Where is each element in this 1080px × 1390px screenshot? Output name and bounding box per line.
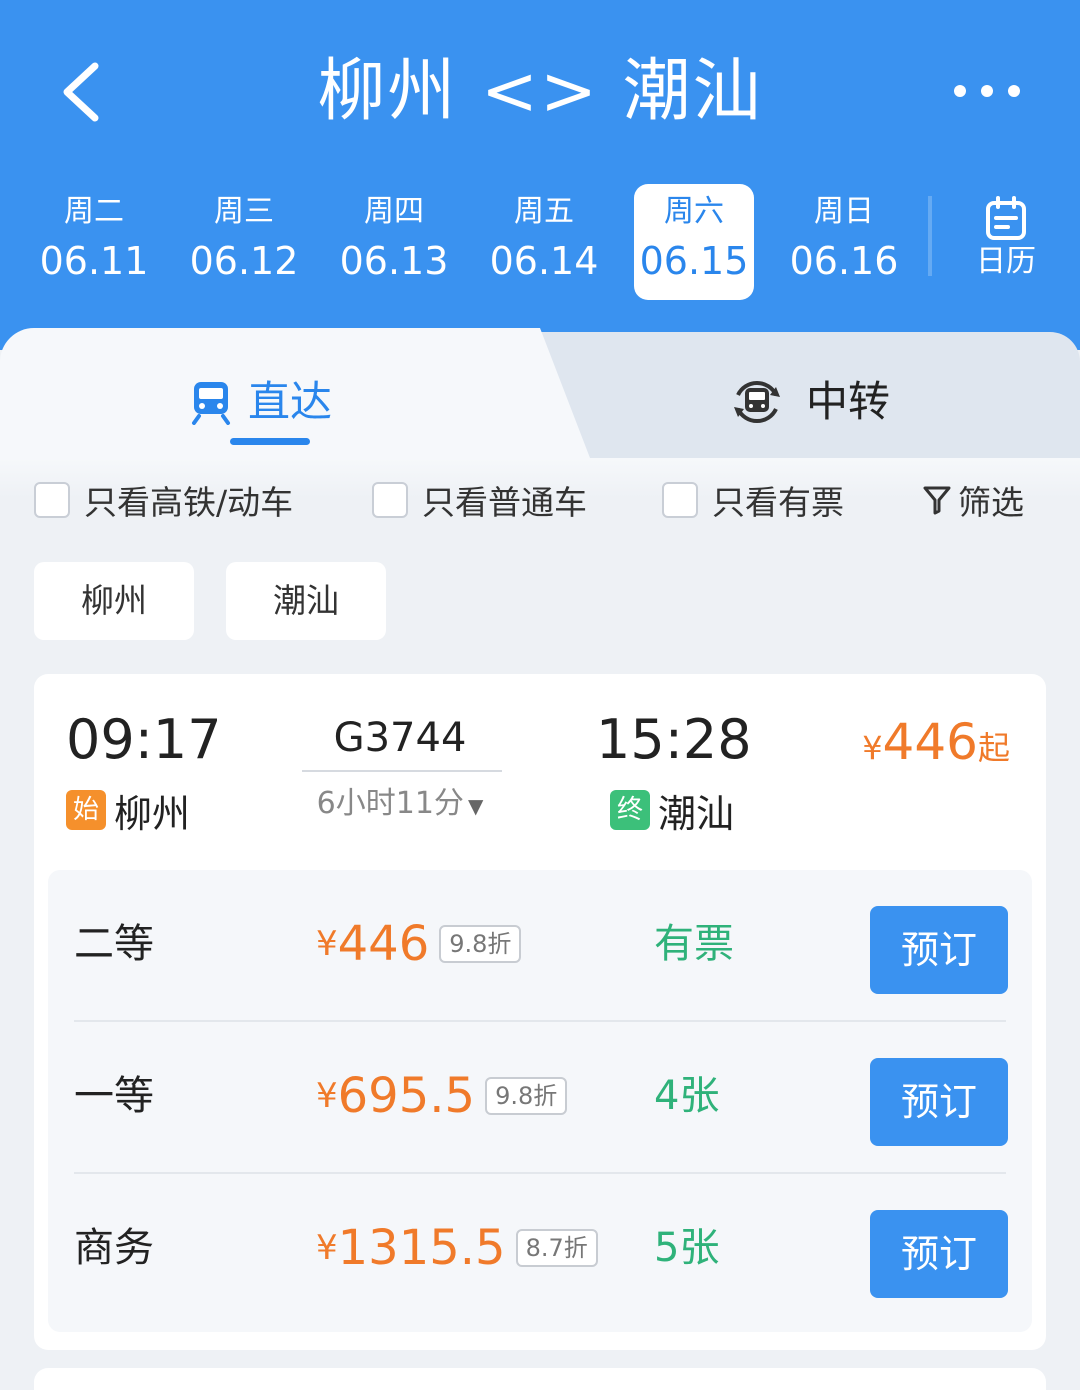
date-label: 06.12 <box>189 239 299 283</box>
currency-symbol: ¥ <box>862 729 883 767</box>
date-tab-0613[interactable]: 周四 06.13 <box>334 184 454 300</box>
date-label: 06.15 <box>639 239 749 283</box>
start-badge: 始 <box>66 790 106 830</box>
seat-class: 商务 <box>74 1225 154 1271</box>
next-train-card[interactable] <box>34 1368 1046 1390</box>
checkbox-available[interactable] <box>662 482 698 518</box>
lowest-price-value: 446 <box>882 713 978 771</box>
filter-regular-label: 只看普通车 <box>422 483 587 522</box>
lowest-price: ¥446起 <box>862 712 1010 784</box>
more-dot <box>1008 85 1020 97</box>
caret-down-icon: ▼ <box>467 794 484 818</box>
filter-bar: 只看高铁/动车 只看普通车 只看有票 筛选 <box>0 470 1080 530</box>
date-tab-0615-selected[interactable]: 周六 06.15 <box>634 184 754 300</box>
filter-regular-only[interactable]: 只看普通车 <box>372 470 587 530</box>
more-dot <box>981 85 993 97</box>
filter-available-label: 只看有票 <box>712 483 844 522</box>
station-chip-from[interactable]: 柳州 <box>34 562 194 640</box>
discount-badge: 9.8折 <box>439 925 522 963</box>
more-button[interactable] <box>954 76 1020 106</box>
tab-direct[interactable]: 直达 <box>190 362 332 442</box>
duration-text: 6小时11分 <box>316 786 464 821</box>
discount-badge: 8.7折 <box>515 1229 598 1267</box>
seat-availability: 4张 <box>654 1073 720 1119</box>
seat-row-business-class: 商务 ¥1315.5 8.7折 5张 预订 <box>48 1174 1032 1326</box>
weekday-label: 周日 <box>814 194 874 229</box>
seat-availability: 5张 <box>654 1225 720 1271</box>
seat-price-value: 1315.5 <box>337 1220 506 1276</box>
end-badge: 终 <box>610 790 650 830</box>
date-selector: 周二 06.11 周三 06.12 周四 06.13 周五 06.14 周六 0… <box>20 184 940 300</box>
filter-available-only[interactable]: 只看有票 <box>662 470 844 530</box>
train-icon <box>192 382 230 425</box>
weekday-label: 周六 <box>664 194 724 229</box>
train-card[interactable]: 09:17 始 柳州 G3744 6小时11分 ▼ 15:28 终 潮汕 ¥446… <box>34 674 1046 1350</box>
travel-duration[interactable]: 6小时11分 ▼ <box>300 782 500 828</box>
currency-symbol: ¥ <box>316 1076 338 1116</box>
route-line <box>302 770 502 774</box>
departure-station: 始 柳州 <box>66 782 190 838</box>
date-tab-0614[interactable]: 周五 06.14 <box>484 184 604 300</box>
date-tab-0612[interactable]: 周三 06.12 <box>184 184 304 300</box>
checkbox-high-speed[interactable] <box>34 482 70 518</box>
weekday-label: 周三 <box>214 194 274 229</box>
train-search-results-screen: 柳州 <> 潮汕 周二 06.11 周三 06.12 周四 06.13 周五 0… <box>0 0 1080 1390</box>
book-button[interactable]: 预订 <box>870 1210 1008 1298</box>
back-button[interactable] <box>55 58 115 126</box>
currency-symbol: ¥ <box>316 924 338 964</box>
station-chip-to[interactable]: 潮汕 <box>226 562 386 640</box>
checkbox-regular[interactable] <box>372 482 408 518</box>
seat-price: ¥446 9.8折 <box>316 914 522 974</box>
more-dots-icon <box>954 85 966 97</box>
date-label: 06.14 <box>489 239 599 283</box>
route-title: 柳州 <> 潮汕 <box>317 52 763 131</box>
filter-button[interactable]: 筛选 <box>922 470 1024 530</box>
departure-station-name: 柳州 <box>114 791 191 836</box>
chevron-left-icon <box>63 62 99 122</box>
arrival-station-name: 潮汕 <box>658 791 735 836</box>
tab-direct-label: 直达 <box>248 377 333 426</box>
discount-badge: 9.8折 <box>485 1077 568 1115</box>
calendar-label: 日历 <box>976 244 1036 279</box>
seat-availability: 有票 <box>654 921 734 967</box>
seat-row-first-class: 一等 ¥695.5 9.8折 4张 预订 <box>48 1022 1032 1174</box>
calendar-button[interactable]: 日历 <box>960 190 1052 290</box>
seat-price-value: 695.5 <box>337 1068 476 1124</box>
train-number[interactable]: G3744 <box>300 710 500 766</box>
header-bar: 柳州 <> 潮汕 周二 06.11 周三 06.12 周四 06.13 周五 0… <box>0 0 1080 350</box>
seat-price: ¥1315.5 8.7折 <box>316 1218 598 1278</box>
seat-options: 二等 ¥446 9.8折 有票 预订 一等 ¥695.5 9.8折 4张 预订 <box>48 870 1032 1332</box>
date-tab-0611[interactable]: 周二 06.11 <box>34 184 154 300</box>
filter-high-speed-only[interactable]: 只看高铁/动车 <box>34 470 293 530</box>
book-button[interactable]: 预订 <box>870 1058 1008 1146</box>
date-divider <box>928 196 932 276</box>
seat-row-second-class: 二等 ¥446 9.8折 有票 预订 <box>48 870 1032 1022</box>
weekday-label: 周五 <box>514 194 574 229</box>
tab-transfer-label: 中转 <box>806 377 891 426</box>
arrival-time: 15:28 <box>596 708 752 771</box>
tab-active-indicator <box>230 438 310 445</box>
book-button[interactable]: 预订 <box>870 906 1008 994</box>
date-label: 06.11 <box>39 239 149 283</box>
weekday-label: 周四 <box>364 194 424 229</box>
date-label: 06.16 <box>789 239 899 283</box>
arrival-station: 终 潮汕 <box>610 782 734 838</box>
departure-time: 09:17 <box>66 708 222 771</box>
seat-price-value: 446 <box>337 916 430 972</box>
currency-symbol: ¥ <box>316 1228 338 1268</box>
date-label: 06.13 <box>339 239 449 283</box>
transfer-train-icon <box>734 381 780 423</box>
seat-class: 一等 <box>74 1073 154 1119</box>
filter-button-label: 筛选 <box>958 483 1024 522</box>
price-from-suffix: 起 <box>977 729 1010 767</box>
seat-class: 二等 <box>74 921 154 967</box>
funnel-icon <box>923 486 951 515</box>
calendar-icon <box>986 196 1026 240</box>
trip-type-tabs: 直达 中转 <box>0 328 1080 458</box>
filter-high-speed-label: 只看高铁/动车 <box>84 483 294 522</box>
tab-transfer[interactable]: 中转 <box>728 362 890 442</box>
date-tab-0616[interactable]: 周日 06.16 <box>784 184 904 300</box>
weekday-label: 周二 <box>64 194 124 229</box>
seat-price: ¥695.5 9.8折 <box>316 1066 568 1126</box>
